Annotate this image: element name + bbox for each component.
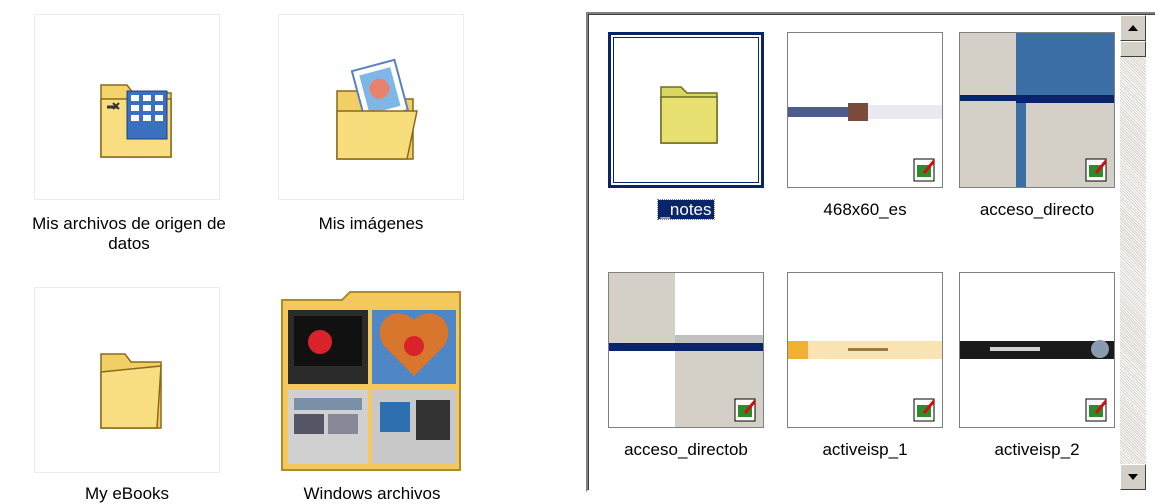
folder-tile[interactable] xyxy=(34,14,220,200)
vertical-scrollbar[interactable] xyxy=(1120,15,1146,490)
browser-content: _notes 468x60_es acceso_directo acceso_d… xyxy=(588,14,1155,490)
folder-label: Mis imágenes xyxy=(318,214,424,233)
file-label: acceso_directo xyxy=(979,200,1095,219)
thumbnail[interactable] xyxy=(787,272,943,428)
dreamweaver-file-icon xyxy=(734,398,757,422)
data-sources-folder-icon xyxy=(100,84,172,158)
thumbnail[interactable] xyxy=(608,272,764,428)
folder-tile[interactable] xyxy=(280,290,464,472)
arrow-down-icon xyxy=(1128,474,1138,480)
folder-label: Windows archivos xyxy=(303,484,441,503)
pictures-folder-icon xyxy=(336,58,418,160)
thumbnail[interactable] xyxy=(787,32,943,188)
dreamweaver-file-icon xyxy=(1085,158,1108,182)
windows-files-folder-icon xyxy=(281,291,461,471)
dreamweaver-file-icon xyxy=(913,398,936,422)
folder-label: My eBooks xyxy=(84,484,170,503)
file-label: activeisp_1 xyxy=(822,440,908,459)
dreamweaver-file-icon xyxy=(913,158,936,182)
scroll-down-button[interactable] xyxy=(1120,464,1146,490)
file-label: acceso_directob xyxy=(624,440,748,459)
scrollbar-thumb[interactable] xyxy=(1120,41,1146,57)
thumbnail-selected[interactable] xyxy=(608,32,764,188)
folder-tile[interactable] xyxy=(278,14,464,200)
file-label: activeisp_2 xyxy=(994,440,1080,459)
arrow-up-icon xyxy=(1128,25,1138,31)
thumbnail[interactable] xyxy=(959,32,1115,188)
folder-tile[interactable] xyxy=(34,287,220,473)
dreamweaver-file-icon xyxy=(1085,398,1108,422)
file-label: 468x60_es xyxy=(823,200,907,219)
thumbnail-file-browser: _notes 468x60_es acceso_directo acceso_d… xyxy=(586,12,1155,492)
folder-icon xyxy=(660,86,718,144)
thumbnail[interactable] xyxy=(959,272,1115,428)
folder-icon xyxy=(100,353,162,429)
scroll-up-button[interactable] xyxy=(1120,15,1146,41)
file-label: _notes xyxy=(657,199,715,220)
folder-label: Mis archivos de origen de datos xyxy=(32,214,226,253)
